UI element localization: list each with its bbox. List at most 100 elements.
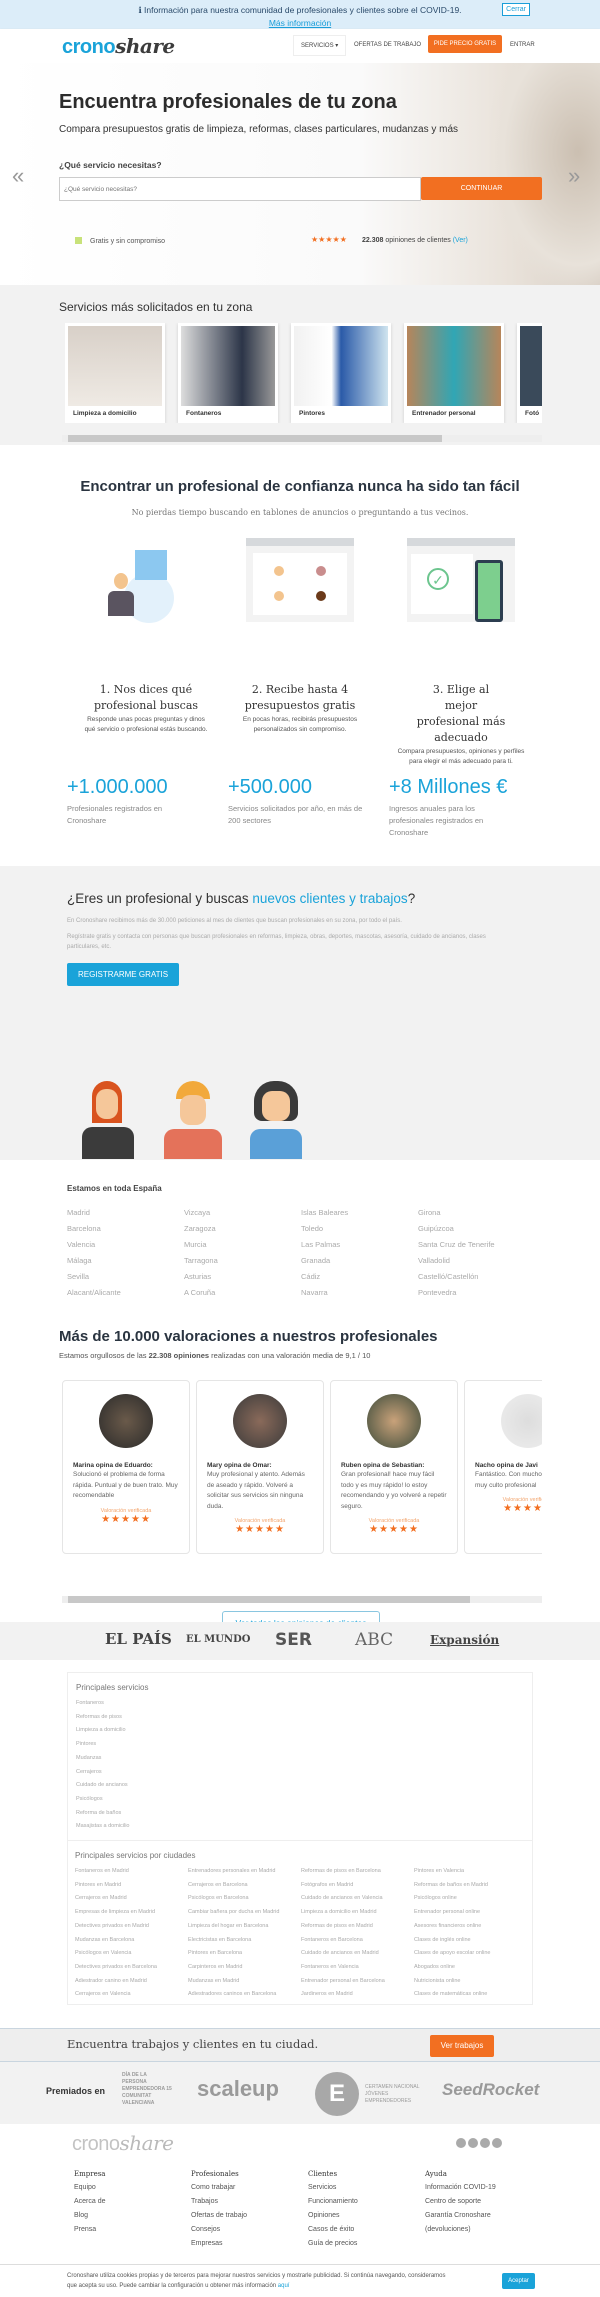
city-service-link[interactable]: Fontaneros en Madrid [75, 1865, 188, 1879]
close-banner-button[interactable]: Cerrar [502, 3, 530, 16]
city-link[interactable]: Málaga [67, 1253, 184, 1269]
city-service-link[interactable]: Adiestrador canino en Madrid [75, 1975, 188, 1989]
city-service-link[interactable]: Cerrajeros en Madrid [75, 1892, 188, 1906]
city-service-link[interactable]: Fontaneros en Barcelona [301, 1934, 414, 1948]
scrollbar-thumb[interactable] [68, 435, 443, 442]
service-link[interactable]: Mudanzas [76, 1752, 524, 1766]
city-service-link[interactable]: Cerrajeros en Valencia [75, 1988, 188, 2002]
city-service-link[interactable]: Clases de apoyo escolar online [414, 1947, 527, 1961]
city-link[interactable]: Granada [301, 1253, 418, 1269]
services-scrollbar[interactable] [62, 435, 542, 442]
city-link[interactable]: Vizcaya [184, 1205, 301, 1221]
city-service-link[interactable]: Jardineros en Madrid [301, 1988, 414, 2002]
footer-link[interactable]: Como trabajar [191, 2181, 308, 2195]
city-service-link[interactable]: Cerrajeros en Barcelona [188, 1879, 301, 1893]
service-link[interactable]: Pintores [76, 1738, 524, 1752]
city-link[interactable]: Guipúzcoa [418, 1221, 535, 1237]
city-service-link[interactable]: Mudanzas en Madrid [188, 1975, 301, 1989]
footer-link[interactable]: Trabajos [191, 2195, 308, 2209]
city-service-link[interactable]: Detectives privados en Barcelona [75, 1961, 188, 1975]
professional-link[interactable]: Eduardo: [124, 1462, 153, 1469]
instagram-icon[interactable] [456, 2138, 466, 2148]
service-card[interactable]: Fontaneros [178, 323, 278, 423]
professional-link[interactable]: Javi [525, 1462, 538, 1469]
city-link[interactable]: Castelló/Castellón [418, 1269, 535, 1285]
city-service-link[interactable]: Pintores en Barcelona [188, 1947, 301, 1961]
city-service-link[interactable]: Entrenadores personales en Madrid [188, 1865, 301, 1879]
city-link[interactable]: Girona [418, 1205, 535, 1221]
city-service-link[interactable]: Abogados online [414, 1961, 527, 1975]
service-link[interactable]: Psicólogos [76, 1793, 524, 1807]
city-service-link[interactable]: Adiestradores caninos en Barcelona [188, 1988, 301, 2002]
footer-link[interactable]: Servicios [308, 2181, 425, 2195]
footer-link[interactable]: Casos de éxito [308, 2223, 425, 2237]
register-button[interactable]: REGISTRARME GRATIS [67, 963, 179, 986]
city-service-link[interactable]: Limpieza a domicilio en Madrid [301, 1906, 414, 1920]
accept-cookies-button[interactable]: Aceptar [502, 2273, 535, 2289]
city-link[interactable]: Islas Baleares [301, 1205, 418, 1221]
city-service-link[interactable]: Clases de matemáticas online [414, 1988, 527, 2002]
footer-link[interactable]: Funcionamiento [308, 2195, 425, 2209]
twitter-icon[interactable] [480, 2138, 490, 2148]
linkedin-icon[interactable] [492, 2138, 502, 2148]
city-link[interactable]: Asturias [184, 1269, 301, 1285]
more-info-link[interactable]: Más información [0, 18, 600, 28]
see-reviews-link[interactable]: (Ver) [453, 237, 468, 244]
see-jobs-button[interactable]: Ver trabajos [430, 2035, 494, 2057]
footer-link[interactable]: (devoluciones) [425, 2223, 542, 2237]
city-service-link[interactable]: Reformas de pisos en Barcelona [301, 1865, 414, 1879]
city-service-link[interactable]: Limpieza del hogar en Barcelona [188, 1920, 301, 1934]
service-link[interactable]: Reforma de baños [76, 1807, 524, 1821]
city-service-link[interactable]: Empresas de limpieza en Madrid [75, 1906, 188, 1920]
footer-link[interactable]: Empresas [191, 2237, 308, 2251]
city-service-link[interactable]: Fontaneros en Valencia [301, 1961, 414, 1975]
city-service-link[interactable]: Carpinteros en Madrid [188, 1961, 301, 1975]
city-service-link[interactable]: Detectives privados en Madrid [75, 1920, 188, 1934]
reviews-scrollbar[interactable] [62, 1596, 542, 1603]
service-link[interactable]: Masajistas a domicilio [76, 1820, 524, 1834]
city-link[interactable]: A Coruña [184, 1285, 301, 1301]
services-dropdown[interactable]: SERVICIOS ▾ [293, 35, 347, 56]
service-link[interactable]: Limpieza a domicilio [76, 1724, 524, 1738]
city-link[interactable]: Zaragoza [184, 1221, 301, 1237]
service-search-input[interactable] [59, 177, 421, 201]
city-link[interactable]: Sevilla [67, 1269, 184, 1285]
city-service-link[interactable]: Psicólogos en Barcelona [188, 1892, 301, 1906]
city-link[interactable]: Pontevedra [418, 1285, 535, 1301]
professional-link[interactable]: Omar: [253, 1462, 272, 1469]
city-service-link[interactable]: Electricistas en Barcelona [188, 1934, 301, 1948]
footer-link[interactable]: Ofertas de trabajo [191, 2209, 308, 2223]
service-card[interactable]: Limpieza a domicilio [65, 323, 165, 423]
prev-arrow-icon[interactable]: « [12, 163, 24, 189]
city-link[interactable]: Las Palmas [301, 1237, 418, 1253]
city-service-link[interactable]: Pintores en Valencia [414, 1865, 527, 1879]
jobs-link[interactable]: OFERTAS DE TRABAJO [354, 42, 421, 48]
city-service-link[interactable]: Nutricionista online [414, 1975, 527, 1989]
city-service-link[interactable]: Reformas de baños en Madrid [414, 1879, 527, 1893]
service-link[interactable]: Fontaneros [76, 1697, 524, 1711]
service-link[interactable]: Cuidado de ancianos [76, 1779, 524, 1793]
city-service-link[interactable]: Asesores financieros online [414, 1920, 527, 1934]
city-service-link[interactable]: Pintores en Madrid [75, 1879, 188, 1893]
city-service-link[interactable]: Psicólogos online [414, 1892, 527, 1906]
request-quote-button[interactable]: PIDE PRECIO GRATIS [428, 35, 502, 53]
city-link[interactable]: Navarra [301, 1285, 418, 1301]
city-link[interactable]: Valencia [67, 1237, 184, 1253]
city-service-link[interactable]: Cuidado de ancianos en Valencia [301, 1892, 414, 1906]
footer-link[interactable]: Prensa [74, 2223, 191, 2237]
city-link[interactable]: Valladolid [418, 1253, 535, 1269]
footer-link[interactable]: Consejos [191, 2223, 308, 2237]
next-arrow-icon[interactable]: » [568, 163, 580, 189]
facebook-icon[interactable] [468, 2138, 478, 2148]
city-link[interactable]: Alacant/Alicante [67, 1285, 184, 1301]
login-link[interactable]: ENTRAR [510, 42, 535, 48]
footer-link[interactable]: Información COVID-19 [425, 2181, 542, 2195]
footer-link[interactable]: Centro de soporte [425, 2195, 542, 2209]
footer-link[interactable]: Opiniones [308, 2209, 425, 2223]
city-link[interactable]: Barcelona [67, 1221, 184, 1237]
city-service-link[interactable]: Entrenador personal en Barcelona [301, 1975, 414, 1989]
city-service-link[interactable]: Clases de inglés online [414, 1934, 527, 1948]
continue-button[interactable]: CONTINUAR [421, 177, 542, 200]
logo[interactable]: cronoshare [62, 34, 175, 59]
city-service-link[interactable]: Cuidado de ancianos en Madrid [301, 1947, 414, 1961]
